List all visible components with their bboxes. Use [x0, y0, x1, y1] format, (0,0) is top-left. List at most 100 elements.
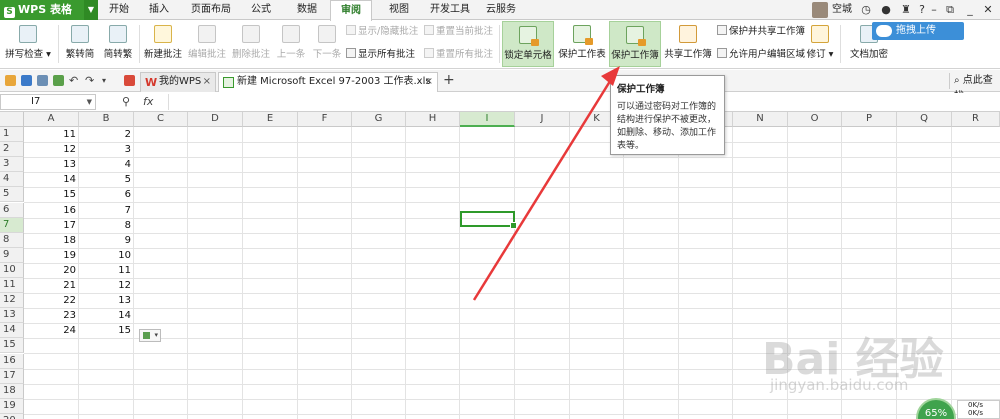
- edit-comment-button[interactable]: 编辑批注: [186, 21, 228, 67]
- column-header-f[interactable]: F: [298, 112, 352, 127]
- row-header-7[interactable]: 7: [0, 218, 24, 233]
- fx-icon[interactable]: fx: [143, 94, 153, 110]
- print-icon[interactable]: [37, 75, 48, 86]
- cell-b11[interactable]: 12: [79, 278, 134, 293]
- avatar[interactable]: [812, 2, 828, 18]
- cell-b14[interactable]: 15: [79, 323, 134, 338]
- chevron-down-icon[interactable]: ▼: [87, 95, 92, 109]
- cell-a1[interactable]: 11: [24, 127, 79, 142]
- cell-b12[interactable]: 13: [79, 293, 134, 308]
- allow-edit-ranges-button[interactable]: 允许用户编辑区域: [717, 48, 805, 62]
- column-header-b[interactable]: B: [79, 112, 134, 127]
- name-box[interactable]: I7 ▼: [0, 94, 96, 110]
- row-header-18[interactable]: 18: [0, 384, 24, 399]
- column-header-c[interactable]: C: [134, 112, 188, 127]
- app-menu-button[interactable]: S WPS 表格: [0, 0, 84, 20]
- tab-page-layout[interactable]: 页面布局: [184, 0, 238, 20]
- column-header-p[interactable]: P: [842, 112, 897, 127]
- row-header-4[interactable]: 4: [0, 172, 24, 187]
- customize-toolbar-icon[interactable]: ▾: [102, 75, 113, 86]
- active-cell[interactable]: [460, 211, 517, 229]
- cell-a11[interactable]: 21: [24, 278, 79, 293]
- upload-button[interactable]: 拖拽上传: [872, 22, 964, 40]
- undo-icon[interactable]: ↶: [69, 75, 80, 86]
- lock-cell-button[interactable]: 锁定单元格: [502, 21, 554, 67]
- cell-b6[interactable]: 7: [79, 203, 134, 218]
- column-header-r[interactable]: R: [952, 112, 1000, 127]
- show-hide-comment-button[interactable]: 显示/隐藏批注: [346, 25, 418, 39]
- cell-a9[interactable]: 19: [24, 248, 79, 263]
- close-window-icon[interactable]: ✕: [980, 2, 996, 18]
- app-dropdown-icon[interactable]: ▼: [84, 0, 98, 20]
- row-header-15[interactable]: 15: [0, 338, 24, 353]
- share-workbook-button[interactable]: 共享工作簿: [663, 21, 713, 67]
- minimize-ribbon-icon[interactable]: –: [926, 2, 942, 18]
- simp-to-trad-button[interactable]: 简转繁: [100, 21, 136, 67]
- cell-a5[interactable]: 15: [24, 187, 79, 202]
- doc-tab-workbook[interactable]: 新建 Microsoft Excel 97-2003 工作表.xls * ×: [218, 72, 438, 105]
- cell-b8[interactable]: 9: [79, 233, 134, 248]
- column-header-n[interactable]: N: [733, 112, 788, 127]
- cell-b2[interactable]: 3: [79, 142, 134, 157]
- tab-data[interactable]: 数据: [288, 0, 326, 20]
- track-changes-button[interactable]: 修订 ▾: [806, 21, 834, 67]
- column-header-o[interactable]: O: [788, 112, 842, 127]
- row-header-11[interactable]: 11: [0, 278, 24, 293]
- column-header-d[interactable]: D: [188, 112, 243, 127]
- row-header-5[interactable]: 5: [0, 187, 24, 202]
- prev-comment-button[interactable]: 上一条: [274, 21, 308, 67]
- paste-options-icon[interactable]: ▾: [139, 329, 161, 342]
- protect-and-share-button[interactable]: 保护并共享工作簿: [717, 25, 805, 39]
- row-header-8[interactable]: 8: [0, 233, 24, 248]
- tab-review[interactable]: 审阅: [330, 0, 372, 21]
- cell-b9[interactable]: 10: [79, 248, 134, 263]
- row-header-10[interactable]: 10: [0, 263, 24, 278]
- print-preview-icon[interactable]: [53, 75, 64, 86]
- cell-b1[interactable]: 2: [79, 127, 134, 142]
- protect-workbook-button[interactable]: 保护工作簿: [609, 21, 661, 67]
- row-header-3[interactable]: 3: [0, 157, 24, 172]
- user-name[interactable]: 空城: [832, 2, 852, 18]
- skin-icon[interactable]: ●: [878, 2, 894, 18]
- row-header-1[interactable]: 1: [0, 127, 24, 142]
- minimize-icon[interactable]: _: [962, 2, 978, 18]
- show-all-comments-button[interactable]: 显示所有批注: [346, 48, 415, 62]
- tab-view[interactable]: 视图: [380, 0, 418, 20]
- column-header-e[interactable]: E: [243, 112, 298, 127]
- column-header-q[interactable]: Q: [897, 112, 952, 127]
- cell-a4[interactable]: 14: [24, 172, 79, 187]
- column-header-a[interactable]: A: [24, 112, 79, 127]
- cell-a8[interactable]: 18: [24, 233, 79, 248]
- close-tab-icon[interactable]: ×: [425, 73, 433, 91]
- tab-developer[interactable]: 开发工具: [424, 0, 476, 20]
- protect-sheet-button[interactable]: 保护工作表: [556, 21, 608, 67]
- row-header-9[interactable]: 9: [0, 248, 24, 263]
- clock-icon[interactable]: ◷: [858, 2, 874, 18]
- cell-a2[interactable]: 12: [24, 142, 79, 157]
- open-folder-icon[interactable]: [5, 75, 16, 86]
- row-header-6[interactable]: 6: [0, 203, 24, 218]
- column-header-g[interactable]: G: [352, 112, 406, 127]
- cell-a6[interactable]: 16: [24, 203, 79, 218]
- select-all-corner[interactable]: [0, 112, 24, 127]
- performance-badge[interactable]: 65%: [916, 398, 956, 419]
- doc-tab-my-wps[interactable]: W 我的WPS ×: [140, 72, 216, 92]
- cell-b10[interactable]: 11: [79, 263, 134, 278]
- row-header-19[interactable]: 19: [0, 399, 24, 414]
- delete-comment-button[interactable]: 删除批注: [230, 21, 272, 67]
- cell-a3[interactable]: 13: [24, 157, 79, 172]
- row-header-20[interactable]: 20: [0, 414, 24, 419]
- cell-b7[interactable]: 8: [79, 218, 134, 233]
- row-header-13[interactable]: 13: [0, 308, 24, 323]
- cell-b5[interactable]: 6: [79, 187, 134, 202]
- column-header-j[interactable]: J: [515, 112, 570, 127]
- tab-home[interactable]: 开始: [100, 0, 138, 20]
- shirt-icon[interactable]: ♜: [898, 2, 914, 18]
- column-header-h[interactable]: H: [406, 112, 460, 127]
- restore-icon[interactable]: ⧉: [942, 2, 958, 18]
- trad-to-simp-button[interactable]: 繁转简: [62, 21, 98, 67]
- cell-a10[interactable]: 20: [24, 263, 79, 278]
- tab-formulas[interactable]: 公式: [242, 0, 280, 20]
- search-box[interactable]: ⌕ 点此查找: [949, 73, 1000, 102]
- reset-current-comment-button[interactable]: 重置当前批注: [424, 25, 493, 39]
